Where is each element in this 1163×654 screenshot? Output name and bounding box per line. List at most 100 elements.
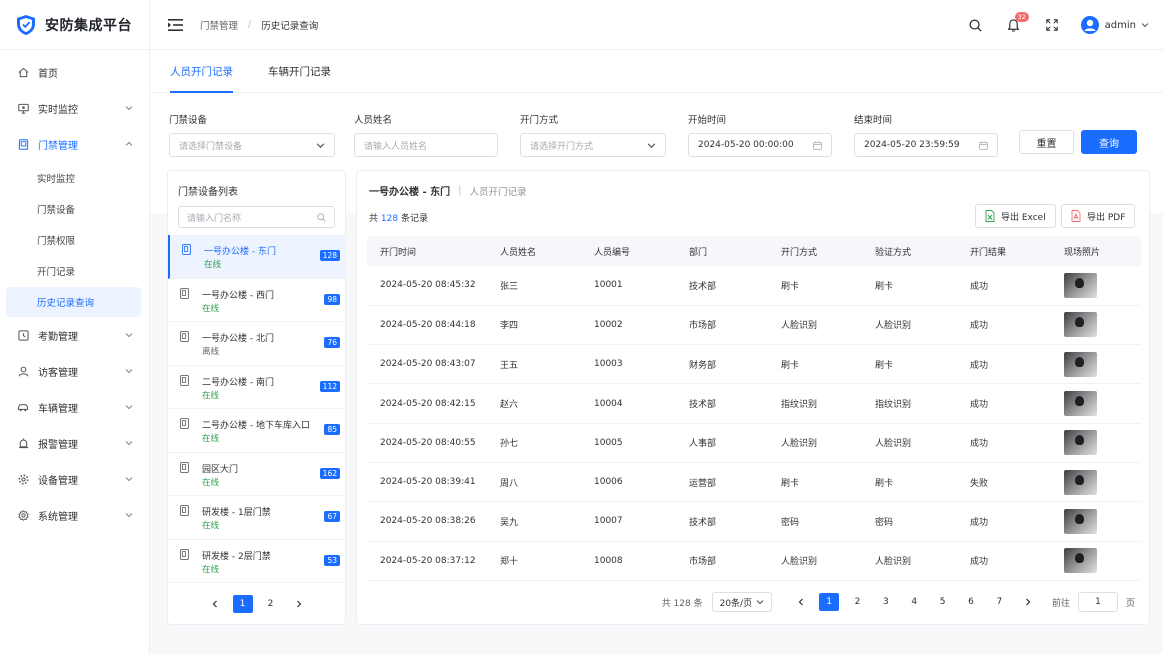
cell-photo: [1051, 501, 1141, 542]
table-row[interactable]: 2024-05-20 08:39:41 周八 10006 运营部 刷卡 刷卡 失败: [367, 462, 1141, 503]
goto-page-input[interactable]: 1: [1077, 592, 1118, 612]
query-button[interactable]: 查询: [1081, 130, 1137, 154]
pdf-file-icon: [1071, 210, 1081, 222]
method-select[interactable]: 请选择开门方式: [520, 133, 666, 157]
search-icon[interactable]: [969, 18, 983, 32]
door-search-placeholder: 请输入门名称: [187, 213, 242, 224]
sidebar-item-label: 考勤管理: [38, 331, 78, 343]
end-time-picker[interactable]: 2024-05-20 23:59:59: [854, 133, 998, 157]
sidebar-item[interactable]: 访客管理: [0, 353, 149, 389]
menu-fold-icon[interactable]: [168, 18, 183, 31]
cell-result: 成功: [957, 305, 1051, 346]
records-device-title: 一号办公楼 - 东门: [369, 187, 451, 198]
sidebar-subitem[interactable]: 实时监控: [0, 162, 149, 193]
export-excel-button[interactable]: 导出 Excel: [975, 204, 1056, 228]
sidebar-subitem[interactable]: 历史记录查询: [6, 287, 141, 317]
table-row[interactable]: 2024-05-20 08:44:18 李四 10002 市场部 人脸识别 人脸识别 成功: [367, 305, 1141, 346]
sidebar-item[interactable]: 实时监控: [0, 90, 149, 126]
page-button[interactable]: 5: [933, 593, 953, 611]
device-name: 二号办公楼 - 地下车库入口: [202, 421, 310, 431]
device-record-count: 128: [319, 250, 340, 261]
next-page-button[interactable]: [289, 595, 309, 613]
cell-verify-method: 刷卡: [862, 462, 957, 503]
table-row[interactable]: 2024-05-20 08:45:32 张三 10001 技术部 刷卡 刷卡 成功: [367, 266, 1141, 306]
column-header: 人员编号: [581, 236, 676, 266]
page-button[interactable]: 7: [989, 593, 1009, 611]
site-photo-thumbnail[interactable]: [1064, 430, 1097, 456]
bell-icon[interactable]: 32: [1007, 12, 1029, 32]
table-row[interactable]: 2024-05-20 08:37:12 郑十 10008 市场部 人脸识别 人脸识别 成功: [367, 541, 1141, 581]
topbar-actions: 32 admin: [945, 0, 1149, 50]
sidebar-item[interactable]: 首页: [0, 54, 149, 90]
device-list-item[interactable]: 研发楼 - 2层门禁 在线 53: [168, 540, 346, 583]
site-photo-thumbnail[interactable]: [1064, 469, 1097, 495]
reset-button[interactable]: 重置: [1019, 130, 1074, 154]
sidebar-item[interactable]: 门禁管理: [0, 126, 149, 162]
page-button[interactable]: 4: [904, 593, 924, 611]
column-header: 开门时间: [367, 236, 487, 266]
device-record-count: 76: [324, 337, 340, 348]
site-photo-thumbnail[interactable]: [1064, 312, 1097, 338]
sidebar-item[interactable]: 系统管理: [0, 497, 149, 533]
export-pdf-button[interactable]: 导出 PDF: [1061, 204, 1136, 228]
sidebar-item[interactable]: 考勤管理: [0, 317, 149, 353]
page-button[interactable]: 2: [261, 595, 281, 613]
table-row[interactable]: 2024-05-20 08:42:15 赵六 10004 技术部 指纹识别 指纹识别 成功: [367, 383, 1141, 424]
device-select[interactable]: 请选择门禁设备: [169, 133, 335, 157]
sidebar-subitem[interactable]: 开门记录: [0, 255, 149, 286]
filter-person-label: 人员姓名: [354, 115, 393, 126]
device-list-item[interactable]: 二号办公楼 - 地下车库入口 在线 85: [168, 409, 346, 453]
page-size-select[interactable]: 20条/页: [711, 592, 772, 612]
device-list-item[interactable]: 一号办公楼 - 西门 在线 98: [168, 279, 346, 322]
sidebar-subitem[interactable]: 门禁设备: [0, 193, 149, 224]
breadcrumb-item[interactable]: 门禁管理: [200, 18, 238, 32]
sidebar-item[interactable]: 设备管理: [0, 461, 149, 497]
username[interactable]: admin: [1105, 20, 1136, 31]
sidebar-item-label: 设备管理: [38, 475, 78, 487]
device-list-item[interactable]: 园区大门 在线 162: [168, 453, 346, 496]
start-time-picker[interactable]: 2024-05-20 00:00:00: [688, 133, 832, 157]
avatar[interactable]: [1080, 16, 1099, 34]
records-table: 开门时间 人员姓名 人员编号 部门 开门方式 验证方式 开门结果 现场照片 20…: [367, 236, 1141, 581]
cell-result: 成功: [957, 423, 1051, 463]
site-photo-thumbnail[interactable]: [1064, 272, 1097, 298]
table-row[interactable]: 2024-05-20 08:43:07 王五 10003 财务部 刷卡 刷卡 成功: [367, 344, 1141, 385]
table-row[interactable]: 2024-05-20 08:40:55 孙七 10005 人事部 人脸识别 人脸识别 成功: [367, 423, 1141, 463]
site-photo-thumbnail[interactable]: [1064, 391, 1097, 417]
column-header: 现场照片: [1051, 236, 1141, 266]
tab-vehicle-records[interactable]: 车辆开门记录: [268, 50, 331, 93]
page-button[interactable]: 1: [232, 595, 253, 613]
table-row[interactable]: 2024-05-20 08:38:26 吴九 10007 技术部 密码 密码 成功: [367, 501, 1141, 542]
sidebar-item-label: 系统管理: [38, 511, 78, 523]
door-search-input[interactable]: 请输入门名称: [178, 206, 335, 228]
sidebar-item[interactable]: 车辆管理: [0, 389, 149, 425]
chevron-down-icon: [125, 369, 133, 374]
tab-person-records[interactable]: 人员开门记录: [170, 50, 233, 93]
device-list-item[interactable]: 二号办公楼 - 南门 在线 112: [168, 366, 346, 409]
next-page-button[interactable]: [1018, 593, 1038, 611]
records-pager: 共 128 条 20条/页 1234567 前往 1 页: [357, 592, 1149, 612]
device-record-count: 53: [324, 554, 340, 566]
sidebar-subitem[interactable]: 门禁权限: [0, 224, 149, 255]
cell-time: 2024-05-20 08:44:18: [367, 305, 487, 346]
device-list-item[interactable]: 一号办公楼 - 东门 在线 128: [168, 235, 346, 279]
cell-open-method: 指纹识别: [768, 383, 862, 424]
site-photo-thumbnail[interactable]: [1064, 508, 1097, 534]
fullscreen-icon[interactable]: [1045, 18, 1059, 32]
page-button[interactable]: 2: [848, 593, 868, 611]
door-icon: [180, 374, 189, 386]
site-photo-thumbnail[interactable]: [1064, 548, 1097, 574]
topbar: 门禁管理 / 历史记录查询 32 admin: [150, 0, 1163, 50]
page-button[interactable]: 1: [819, 593, 840, 611]
page-button[interactable]: 3: [876, 593, 896, 611]
prev-page-button[interactable]: [791, 593, 811, 611]
person-name-input[interactable]: 请输入人员姓名: [354, 133, 498, 157]
chevron-down-icon[interactable]: [1141, 21, 1149, 29]
device-list-item[interactable]: 一号办公楼 - 北门 离线 76: [168, 322, 346, 366]
sidebar-item[interactable]: 报警管理: [0, 425, 149, 461]
cell-photo: [1051, 541, 1141, 581]
device-list-item[interactable]: 研发楼 - 1层门禁 在线 67: [168, 496, 346, 540]
page-button[interactable]: 6: [961, 593, 981, 611]
prev-page-button[interactable]: [205, 595, 225, 613]
site-photo-thumbnail[interactable]: [1064, 351, 1097, 377]
